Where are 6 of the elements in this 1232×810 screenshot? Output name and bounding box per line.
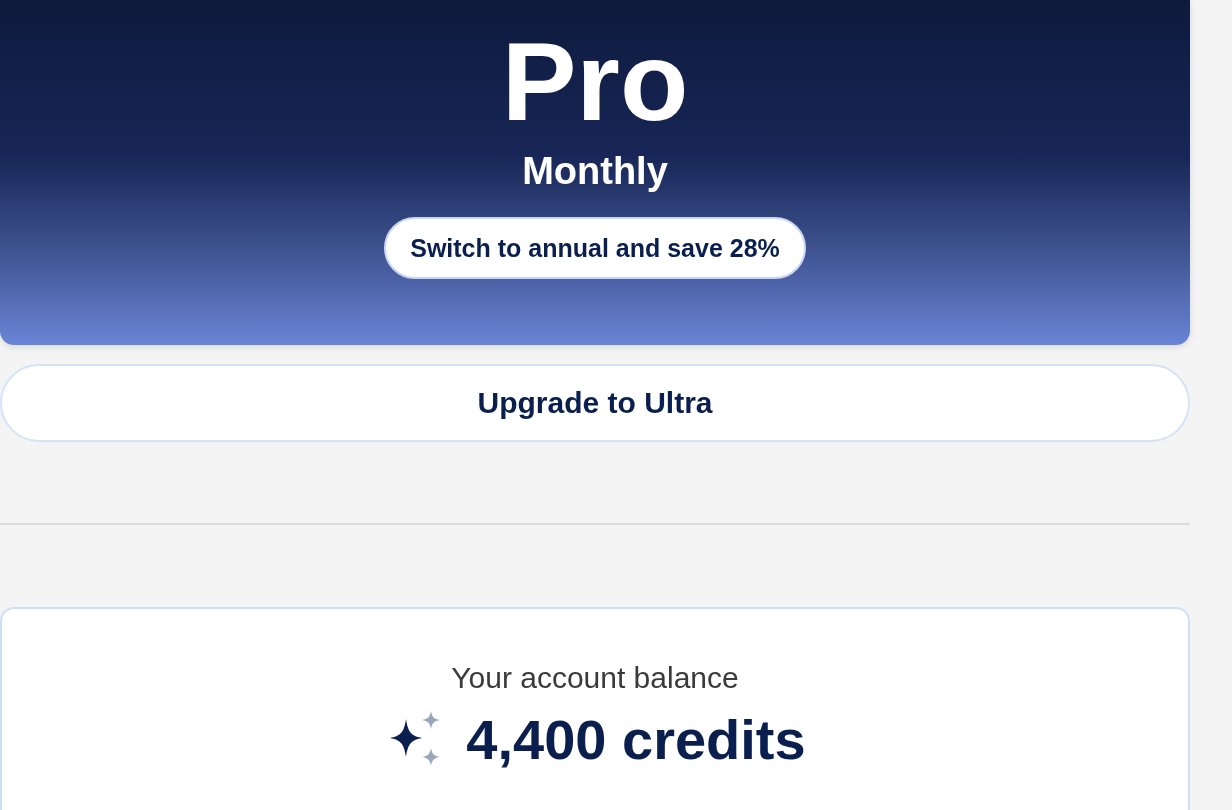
upgrade-button[interactable]: Upgrade to Ultra [0,364,1190,442]
billing-period: Monthly [522,150,668,193]
credit-balance: 4,400 credits [466,707,806,772]
plan-name: Pro [501,26,689,138]
balance-label: Your account balance [451,661,739,695]
switch-annual-button[interactable]: Switch to annual and save 28% [384,217,806,279]
